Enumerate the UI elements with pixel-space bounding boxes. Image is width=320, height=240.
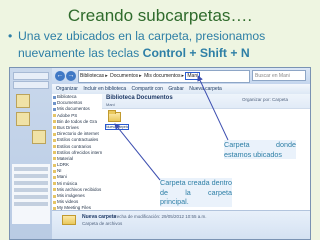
breadcrumb-current[interactable]: Mani: [185, 72, 201, 80]
bullet-dot: •: [8, 29, 13, 43]
key-plus-2: +: [230, 46, 238, 60]
breadcrumb-item[interactable]: Mis documentos: [143, 73, 181, 79]
new-folder-icon[interactable]: [108, 110, 121, 122]
navigation-pane: Biblioteca Documentos Mis documentos Adobe …: [52, 94, 103, 210]
toolbar-include[interactable]: Incluir en biblioteca: [83, 86, 126, 92]
new-folder-name-input[interactable]: Nueva carpeta: [105, 124, 129, 130]
back-button[interactable]: ←: [55, 71, 65, 81]
bullet-line-1: Una vez ubicados en la carpeta, presiona…: [18, 29, 266, 43]
ribbon-icon[interactable]: [16, 112, 30, 126]
library-subtitle: Mani: [106, 102, 115, 107]
toolbar-new-folder[interactable]: Nueva carpeta: [189, 86, 222, 92]
arrange-by[interactable]: Organizar por: Carpeta: [242, 97, 288, 102]
bullet-text: • Una vez ubicados en la carpeta, presion…: [8, 28, 314, 62]
ribbon-tab[interactable]: [13, 81, 49, 89]
library-header: Biblioteca Documentos Mani Organizar por…: [102, 94, 310, 109]
key-n: N: [240, 46, 250, 60]
details-kind: Carpeta de archivos: [82, 221, 123, 226]
forward-button[interactable]: →: [66, 71, 76, 81]
slide-title: Creando subcarpetas….: [67, 6, 253, 25]
address-bar[interactable]: Bibliotecas▸ Documentos▸ Mis documentos▸…: [78, 70, 250, 83]
details-pane: Nueva carpeta Carpeta de archivos Fecha …: [52, 210, 310, 239]
details-folder-icon: [62, 215, 76, 225]
ribbon-icon[interactable]: [32, 130, 46, 144]
key-plus-1: +: [189, 46, 197, 60]
breadcrumb-item[interactable]: Bibliotecas: [79, 73, 105, 79]
toolbar-burn[interactable]: Grabar: [168, 86, 184, 92]
annotation-current-folder: Carpeta donde estamos ubicados: [224, 140, 296, 159]
toolbar-share[interactable]: Compartir con: [132, 86, 163, 92]
details-name: Nueva carpeta: [82, 214, 117, 220]
toolbar-organize[interactable]: Organizar: [56, 86, 78, 92]
search-input[interactable]: Buscar en Mani: [252, 70, 306, 81]
details-date: Fecha de modificación: 29/05/2012 10:55 …: [114, 214, 207, 219]
ribbon-icon[interactable]: [16, 94, 30, 108]
key-shift: Shift: [199, 46, 227, 60]
breadcrumb-item[interactable]: Documentos: [109, 73, 139, 79]
address-row: ← → Bibliotecas▸ Documentos▸ Mis documen…: [52, 68, 310, 85]
ribbon-tab[interactable]: [13, 72, 49, 80]
bullet-line-2-text: nuevamente las teclas: [18, 46, 140, 60]
library-title: Biblioteca Documentos: [106, 95, 173, 101]
background-ribbon: [10, 68, 53, 239]
bullet-line-2: nuevamente las teclas Control + Shift + …: [8, 45, 314, 62]
key-control: Control: [142, 46, 186, 60]
ribbon-side-panel: [12, 164, 50, 224]
annotation-new-folder: Carpeta creada dentro de la carpeta prin…: [160, 178, 232, 207]
